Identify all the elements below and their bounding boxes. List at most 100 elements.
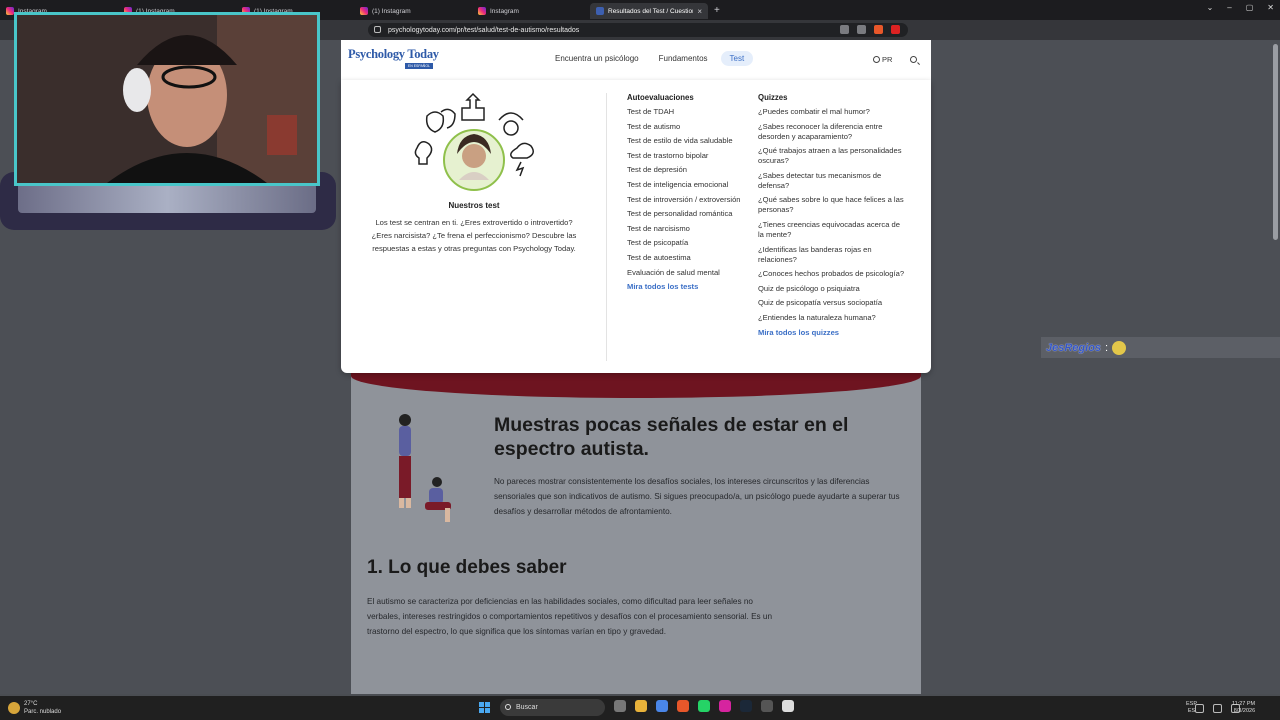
window-controls: ⌄ – ▢ ✕ <box>1207 3 1274 12</box>
self-evaluation-link[interactable]: Test de autoestima <box>627 253 752 263</box>
language-selector[interactable]: PR <box>873 55 892 64</box>
url-field[interactable]: psychologytoday.com/pr/test/salud/test-d… <box>368 23 908 37</box>
instagram-icon <box>360 7 368 15</box>
minimize-button[interactable]: – <box>1227 3 1231 12</box>
self-evaluation-link[interactable]: Test de personalidad romántica <box>627 209 752 219</box>
psychology-today-icon <box>596 7 604 15</box>
browser-tab[interactable]: (1) Instagram <box>354 3 472 19</box>
taskbar-search-label: Buscar <box>516 704 538 711</box>
input-language[interactable]: ESP ES <box>1186 701 1197 715</box>
store-icon[interactable] <box>656 700 668 712</box>
lang-secondary: ES <box>1187 708 1196 714</box>
tab-label: (1) Instagram <box>372 7 411 15</box>
webcam-overlay <box>0 0 336 230</box>
psychology-today-logo[interactable]: Psychology Today EN ESPAÑOL <box>348 47 440 70</box>
weather-temp: 27°C <box>24 701 38 707</box>
close-tab-icon[interactable]: × <box>697 7 702 16</box>
taskbar-apps <box>614 700 794 712</box>
scrollbar-thumb[interactable] <box>1273 44 1278 240</box>
browser-tab[interactable]: Resultados del Test / Cuestiona × <box>590 3 708 19</box>
brave-rewards-icon[interactable] <box>891 25 900 34</box>
quizzes-heading: Quizzes <box>758 93 788 102</box>
chat-username: JesRegios <box>1046 341 1102 354</box>
reader-icon[interactable] <box>857 25 866 34</box>
nav-tests[interactable]: Test <box>720 51 754 66</box>
chat-separator: : <box>1105 341 1109 354</box>
self-evaluation-link[interactable]: Test de autismo <box>627 122 752 132</box>
weather-icon <box>8 702 20 714</box>
quiz-link[interactable]: ¿Identificas las banderas rojas en relac… <box>758 245 906 265</box>
url-text: psychologytoday.com/pr/test/salud/test-d… <box>388 26 580 34</box>
self-evaluation-link[interactable]: Test de inteligencia emocional <box>627 180 752 190</box>
streamer-image <box>17 15 317 183</box>
maximize-button[interactable]: ▢ <box>1246 3 1254 12</box>
chat-message: JesRegios : <box>1041 337 1280 358</box>
logo-subtext: EN ESPAÑOL <box>404 63 433 69</box>
self-evaluation-link[interactable]: Test de depresión <box>627 165 752 175</box>
brave-icon[interactable] <box>677 700 689 712</box>
folder-icon[interactable] <box>635 700 647 712</box>
lang-primary: ESP <box>1186 701 1198 707</box>
self-evaluation-link[interactable]: Test de narcisismo <box>627 224 752 234</box>
quiz-link[interactable]: ¿Conoces hechos probados de psicología? <box>758 269 906 279</box>
taskbar-clock[interactable]: 11:27 PM 8/3/2026 <box>1232 701 1255 715</box>
taskbar-search[interactable]: Buscar <box>500 699 605 716</box>
close-window-button[interactable]: ✕ <box>1267 3 1274 12</box>
self-evaluations-column: Autoevaluaciones Test de TDAH Test de aut… <box>627 93 752 297</box>
clock-date: 8/3/2026 <box>1233 708 1256 714</box>
quiz-link[interactable]: Quiz de psicólogo o psiquiatra <box>758 284 906 294</box>
search-icon <box>505 704 511 710</box>
quiz-link[interactable]: ¿Entiendes la naturaleza humana? <box>758 313 906 323</box>
extension-icons <box>840 25 900 34</box>
self-evaluation-link[interactable]: Test de TDAH <box>627 107 752 117</box>
see-all-quizzes-link[interactable]: Mira todos los quizzes <box>758 328 906 338</box>
nav-find-psychologist[interactable]: Encuentra un psicólogo <box>546 51 648 66</box>
result-title: Muestras pocas señales de estar en el es… <box>494 414 849 460</box>
tab-search-icon[interactable]: ⌄ <box>1207 3 1214 12</box>
clock-time: 11:27 PM <box>1232 701 1256 707</box>
browser-tab[interactable]: Instagram <box>472 3 590 19</box>
nav-fundamentals[interactable]: Fundamentos <box>650 51 717 66</box>
tests-illustration <box>414 92 534 191</box>
tab-label: Resultados del Test / Cuestiona <box>608 7 694 15</box>
quiz-link[interactable]: ¿Puedes combatir el mal humor? <box>758 107 906 117</box>
media-icon[interactable] <box>782 700 794 712</box>
quiz-link[interactable]: ¿Sabes detectar tus mecanismos de defens… <box>758 171 906 191</box>
quiz-link[interactable]: ¿Tienes creencias equivocadas acerca de … <box>758 220 906 240</box>
translate-icon[interactable] <box>840 25 849 34</box>
instagram-icon <box>478 7 486 15</box>
instagram-app-icon[interactable] <box>719 700 731 712</box>
self-evaluations-heading: Autoevaluaciones <box>627 93 694 102</box>
obs-icon[interactable] <box>761 700 773 712</box>
language-code: PR <box>882 55 893 64</box>
network-icon[interactable] <box>1213 704 1222 713</box>
self-evaluation-link[interactable]: Test de estilo de vida saludable <box>627 136 752 146</box>
new-tab-button[interactable]: + <box>714 5 720 16</box>
emote-icon <box>1112 340 1127 355</box>
self-evaluation-link[interactable]: Evaluación de salud mental <box>627 268 752 278</box>
brave-shields-icon[interactable] <box>874 25 883 34</box>
see-all-tests-link[interactable]: Mira todos los tests <box>627 282 752 292</box>
steam-icon[interactable] <box>740 700 752 712</box>
quiz-link[interactable]: Quiz de psicopatía versus sociopatía <box>758 298 906 308</box>
whatsapp-icon[interactable] <box>698 700 710 712</box>
start-button[interactable] <box>479 702 490 713</box>
self-evaluation-link[interactable]: Test de trastorno bipolar <box>627 151 752 161</box>
tests-description: Los test se centran en ti. ¿Eres extrove… <box>371 218 577 253</box>
quiz-link[interactable]: ¿Qué trabajos atraen a las personalidade… <box>758 146 906 166</box>
webcam-feed <box>14 12 320 186</box>
weather-widget[interactable]: 27°C Parc. nublado <box>8 700 61 716</box>
section-title: 1. Lo que debes saber <box>367 557 567 578</box>
site-info-icon[interactable] <box>374 26 381 33</box>
quiz-link[interactable]: ¿Qué sabes sobre lo que hace felices a l… <box>758 195 906 215</box>
self-evaluation-link[interactable]: Test de psicopatía <box>627 238 752 248</box>
quiz-link[interactable]: ¿Sabes reconocer la diferencia entre des… <box>758 122 906 142</box>
section-text: El autismo se caracteriza por deficienci… <box>367 597 773 636</box>
search-icon[interactable] <box>910 56 917 63</box>
globe-icon <box>873 56 880 63</box>
self-evaluation-link[interactable]: Test de introversión / extroversión <box>627 195 752 205</box>
logo-text: Psychology Today <box>348 47 439 61</box>
file-explorer-icon[interactable] <box>614 700 626 712</box>
result-description: No pareces mostrar consistentemente los … <box>494 477 900 516</box>
quizzes-column: Quizzes ¿Puedes combatir el mal humor? ¿S… <box>758 93 906 342</box>
